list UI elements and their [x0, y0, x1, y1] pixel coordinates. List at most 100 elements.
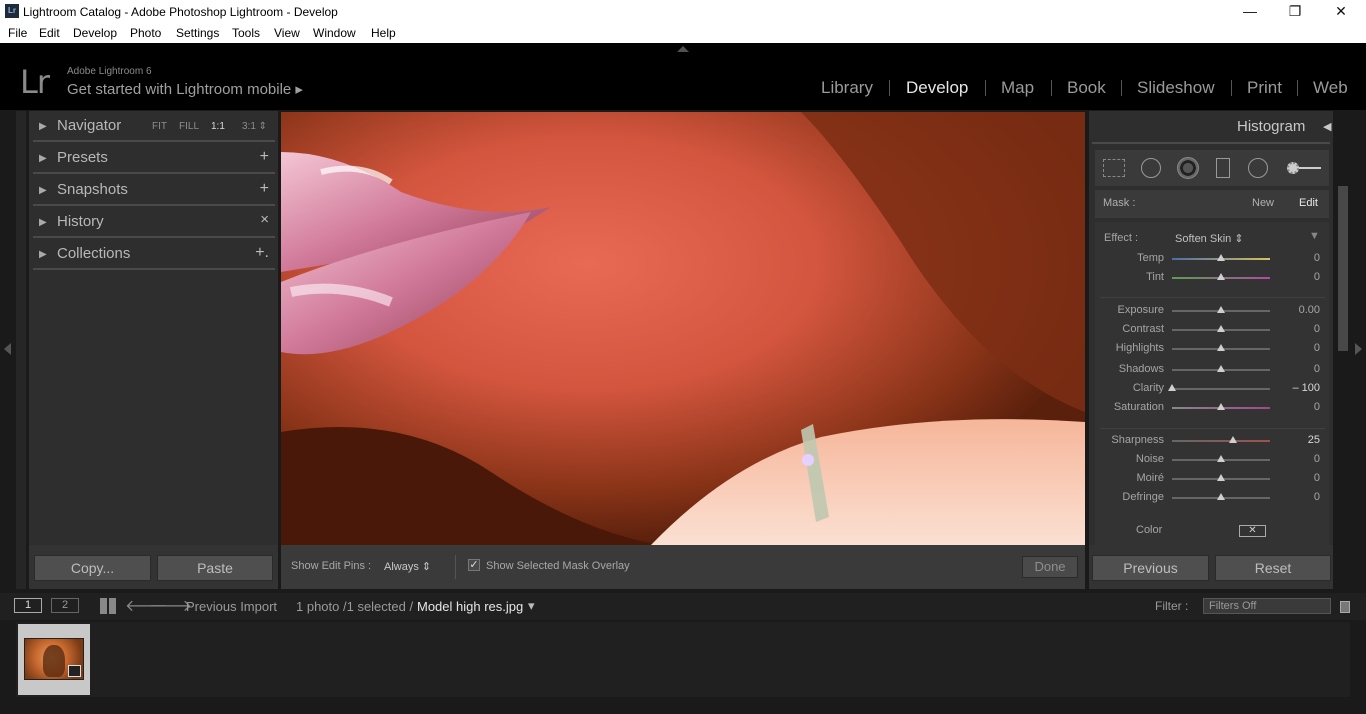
module-develop[interactable]: Develop: [906, 78, 968, 98]
filename[interactable]: Model high res.jpg: [417, 599, 523, 614]
left-panel-toggle-icon[interactable]: [4, 343, 11, 355]
clear-history-icon[interactable]: ×: [260, 211, 269, 228]
menu-window[interactable]: Window: [313, 26, 356, 40]
top-panel-toggle-icon[interactable]: [677, 46, 689, 52]
menu-settings[interactable]: Settings: [176, 26, 219, 40]
slider-defringe[interactable]: Defringe 0: [1095, 489, 1329, 507]
slider-knob[interactable]: [1217, 254, 1225, 261]
filename-dropdown-icon[interactable]: ▾: [528, 598, 535, 614]
slider-knob[interactable]: [1217, 344, 1225, 351]
slider-shadows[interactable]: Shadows 0: [1095, 361, 1329, 379]
slider-noise[interactable]: Noise 0: [1095, 451, 1329, 469]
slider-value[interactable]: 0: [1314, 363, 1320, 375]
slider-saturation[interactable]: Saturation 0: [1095, 399, 1329, 417]
slider-track[interactable]: [1172, 388, 1270, 390]
mask-new-button[interactable]: New: [1252, 197, 1274, 209]
slider-value[interactable]: – 100: [1292, 382, 1320, 394]
history-panel-header[interactable]: ▶ History ×: [33, 210, 275, 242]
slider-knob[interactable]: [1217, 474, 1225, 481]
slider-highlights[interactable]: Highlights 0: [1095, 340, 1329, 358]
mask-overlay-checkbox[interactable]: ✓: [468, 559, 480, 571]
slider-value[interactable]: 25: [1308, 434, 1320, 446]
effect-toggle-icon[interactable]: ▼: [1309, 230, 1320, 242]
collapse-histogram-icon[interactable]: ◀: [1323, 120, 1331, 133]
grid-view-icon[interactable]: [100, 598, 116, 614]
slider-clarity[interactable]: Clarity – 100: [1095, 380, 1329, 398]
effect-preset-select[interactable]: Soften Skin ⇕: [1175, 232, 1244, 245]
slider-value[interactable]: 0: [1314, 401, 1320, 413]
slider-value[interactable]: 0: [1314, 323, 1320, 335]
crop-overlay-icon[interactable]: [1103, 159, 1125, 177]
slider-contrast[interactable]: Contrast 0: [1095, 321, 1329, 339]
module-slideshow[interactable]: Slideshow: [1137, 78, 1215, 98]
close-button[interactable]: ✕: [1331, 3, 1351, 20]
menu-tools[interactable]: Tools: [232, 26, 260, 40]
minimize-button[interactable]: —: [1240, 3, 1260, 20]
slider-value[interactable]: 0.00: [1299, 304, 1320, 316]
histogram-panel-header[interactable]: Histogram ◀: [1237, 118, 1331, 135]
mask-edit-button[interactable]: Edit: [1299, 197, 1318, 209]
module-book[interactable]: Book: [1067, 78, 1106, 98]
menu-view[interactable]: View: [274, 26, 300, 40]
restore-button[interactable]: ❐: [1285, 3, 1305, 20]
edit-pins-select[interactable]: Always ⇕: [384, 560, 431, 573]
menu-file[interactable]: File: [8, 26, 27, 40]
menu-edit[interactable]: Edit: [39, 26, 60, 40]
menu-photo[interactable]: Photo: [130, 26, 161, 40]
slider-knob[interactable]: [1168, 384, 1176, 391]
slider-value[interactable]: 0: [1314, 453, 1320, 465]
slider-knob[interactable]: [1217, 365, 1225, 372]
zoom-fit[interactable]: FIT: [152, 121, 167, 132]
slider-value[interactable]: 0: [1314, 271, 1320, 283]
color-swatch[interactable]: ✕: [1239, 525, 1266, 537]
reset-button[interactable]: Reset: [1215, 555, 1331, 581]
add-preset-icon[interactable]: +: [260, 148, 269, 166]
filmstrip-thumbnail[interactable]: [18, 624, 90, 695]
radial-filter-icon[interactable]: [1248, 158, 1268, 178]
photo-preview[interactable]: [281, 112, 1085, 545]
slider-value[interactable]: 0: [1314, 491, 1320, 503]
slider-knob[interactable]: [1217, 493, 1225, 500]
right-panel-scrollbar[interactable]: [1338, 186, 1348, 351]
menu-develop[interactable]: Develop: [73, 26, 117, 40]
slider-knob[interactable]: [1217, 455, 1225, 462]
presets-panel-header[interactable]: ▶ Presets +: [33, 146, 275, 178]
slider-knob[interactable]: [1217, 403, 1225, 410]
graduated-filter-icon[interactable]: [1216, 158, 1230, 178]
slider-knob[interactable]: [1217, 306, 1225, 313]
paste-settings-button[interactable]: Paste: [157, 555, 273, 581]
red-eye-icon[interactable]: [1177, 157, 1199, 179]
slider-tint[interactable]: Tint 0: [1095, 269, 1329, 287]
module-print[interactable]: Print: [1247, 78, 1282, 98]
spot-removal-icon[interactable]: [1141, 158, 1161, 178]
slider-knob[interactable]: [1228, 436, 1237, 443]
navigator-panel-header[interactable]: ▶ Navigator FIT FILL 1:1 3:1 ⇕: [33, 114, 275, 146]
module-web[interactable]: Web: [1313, 78, 1348, 98]
slider-value[interactable]: 0: [1314, 342, 1320, 354]
slider-value[interactable]: 0: [1314, 252, 1320, 264]
previous-button[interactable]: Previous: [1092, 555, 1209, 581]
screen-2-button[interactable]: 2: [51, 598, 79, 613]
collections-panel-header[interactable]: ▶ Collections +.: [33, 242, 275, 274]
zoom-3-1[interactable]: 3:1 ⇕: [242, 121, 267, 132]
menu-help[interactable]: Help: [371, 26, 396, 40]
slider-moir[interactable]: Moiré 0: [1095, 470, 1329, 488]
slider-value[interactable]: 0: [1314, 472, 1320, 484]
zoom-1-1[interactable]: 1:1: [211, 121, 225, 132]
add-snapshot-icon[interactable]: +: [260, 180, 269, 198]
zoom-fill[interactable]: FILL: [179, 121, 199, 132]
filter-lock-icon[interactable]: [1340, 601, 1350, 613]
source-label[interactable]: Previous Import: [186, 599, 277, 614]
mobile-promo-link[interactable]: Get started with Lightroom mobile ▸: [67, 80, 303, 98]
snapshots-panel-header[interactable]: ▶ Snapshots +: [33, 178, 275, 210]
slider-knob[interactable]: [1217, 325, 1225, 332]
slider-track[interactable]: [1172, 440, 1270, 442]
module-library[interactable]: Library: [821, 78, 873, 98]
adjustment-brush-icon[interactable]: [1285, 158, 1323, 178]
filter-select[interactable]: Filters Off: [1203, 598, 1331, 614]
right-panel-toggle-icon[interactable]: [1355, 343, 1362, 355]
copy-settings-button[interactable]: Copy...: [34, 555, 151, 581]
screen-1-button[interactable]: 1: [14, 598, 42, 613]
add-collection-icon[interactable]: +.: [255, 244, 269, 262]
slider-exposure[interactable]: Exposure 0.00: [1095, 302, 1329, 320]
